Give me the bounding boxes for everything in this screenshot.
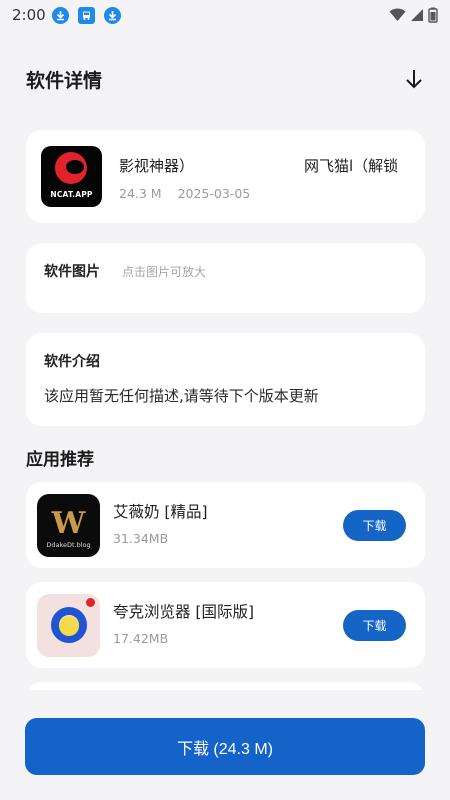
quark-browser-icon [37, 594, 100, 657]
screenshots-card[interactable]: 软件图片 点击图片可放大 [26, 243, 425, 313]
recommend-item-name: 艾薇奶 [精品] [113, 503, 208, 521]
app-size: 24.3 M [119, 186, 162, 201]
app-icon: NCAT.APP [41, 146, 102, 207]
header: 软件详情 [26, 66, 424, 92]
recommend-download-button[interactable]: 下载 [343, 510, 406, 541]
aiweinai-icon-text: DdakeDt.blog [46, 541, 91, 549]
status-bar: 2:00 [0, 0, 450, 30]
intro-card: 软件介绍 该应用暂无任何描述,请等待下个版本更新 [26, 333, 425, 426]
download-arrow-icon[interactable] [404, 68, 424, 90]
signal-icon [411, 9, 423, 21]
app-name-secondary: 网飞猫l（解锁 [304, 157, 399, 175]
recommend-item[interactable]: 夸克浏览器 [国际版] 17.42MB 下载 [26, 582, 425, 668]
recommend-item-name: 夸克浏览器 [国际版] [113, 603, 255, 621]
battery-icon [428, 7, 438, 23]
status-icons [389, 7, 438, 23]
app-name: 影视神器） [119, 157, 195, 175]
download-button[interactable]: 下载 (24.3 M) [25, 718, 425, 775]
intro-text: 该应用暂无任何描述,请等待下个版本更新 [44, 387, 319, 405]
app-date: 2025-03-05 [177, 186, 251, 201]
aiweinai-app-icon: W DdakeDt.blog [37, 494, 100, 557]
bus-notification-icon [77, 6, 95, 24]
download-notification-icon [103, 6, 121, 24]
recommend-item[interactable]: W DdakeDt.blog 艾薇奶 [精品] 31.34MB 下载 [26, 482, 425, 568]
screenshots-hint: 点击图片可放大 [122, 265, 207, 279]
download-notification-icon [51, 6, 69, 24]
wifi-icon [389, 8, 406, 21]
aiweinai-logo: W [51, 506, 86, 541]
recommend-item-size: 17.42MB [113, 631, 169, 646]
page-title: 软件详情 [26, 69, 103, 92]
status-time: 2:00 [12, 6, 46, 24]
recommend-title: 应用推荐 [26, 450, 94, 470]
app-meta: 24.3 M 2025-03-05 [119, 186, 250, 201]
app-icon-text: NCAT.APP [50, 190, 93, 199]
recommend-download-button[interactable]: 下载 [343, 610, 406, 641]
recommend-item-size: 31.34MB [113, 531, 169, 546]
app-info-card: NCAT.APP 影视神器） 网飞猫l（解锁 24.3 M 2025-03-05 [26, 130, 425, 223]
app-detail-screen: 2:00 软件详情 NCAT.APP 影视神器） 网飞猫l（解锁 24.3 M … [0, 0, 450, 800]
intro-title: 软件介绍 [44, 354, 100, 370]
screenshots-label: 软件图片 [44, 264, 100, 280]
